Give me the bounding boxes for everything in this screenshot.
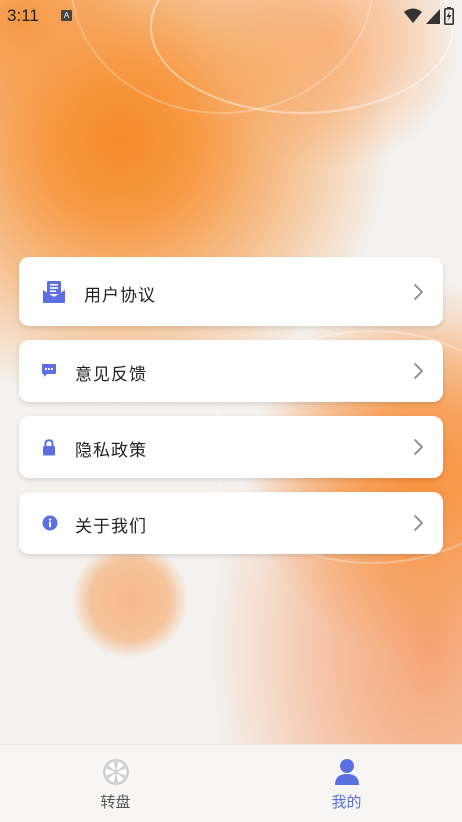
menu-item-privacy-policy[interactable]: 隐私政策	[19, 416, 443, 478]
status-bar: 3:11 A	[0, 0, 462, 32]
bottom-navigation: 转盘 我的	[0, 744, 462, 822]
nav-tab-profile[interactable]: 我的	[231, 745, 462, 822]
menu-item-about-us[interactable]: 关于我们	[19, 492, 443, 554]
chevron-right-icon	[413, 283, 425, 301]
menu-item-label: 用户协议	[84, 286, 156, 306]
chat-icon	[41, 363, 57, 379]
background-gradient	[0, 0, 462, 821]
user-icon	[334, 758, 360, 790]
chevron-right-icon	[413, 514, 425, 532]
notification-badge: A	[61, 10, 72, 21]
menu-item-label: 意见反馈	[75, 365, 147, 385]
lock-icon	[42, 438, 56, 456]
chevron-right-icon	[413, 438, 425, 456]
nav-tab-label: 我的	[331, 793, 362, 811]
signal-icon	[426, 8, 440, 28]
info-icon	[42, 515, 58, 531]
status-time: 3:11	[7, 6, 39, 25]
menu-item-label: 关于我们	[75, 517, 147, 537]
wheel-icon	[102, 758, 130, 790]
menu-item-user-agreement[interactable]: 用户协议	[19, 257, 443, 326]
battery-charging-icon	[444, 7, 454, 29]
menu-item-label: 隐私政策	[75, 441, 147, 461]
mail-icon	[41, 279, 67, 305]
status-icons	[404, 7, 454, 29]
chevron-right-icon	[413, 362, 425, 380]
wifi-icon	[404, 8, 422, 28]
nav-tab-label: 转盘	[100, 793, 131, 811]
menu-item-feedback[interactable]: 意见反馈	[19, 340, 443, 402]
nav-tab-wheel[interactable]: 转盘	[0, 745, 231, 822]
